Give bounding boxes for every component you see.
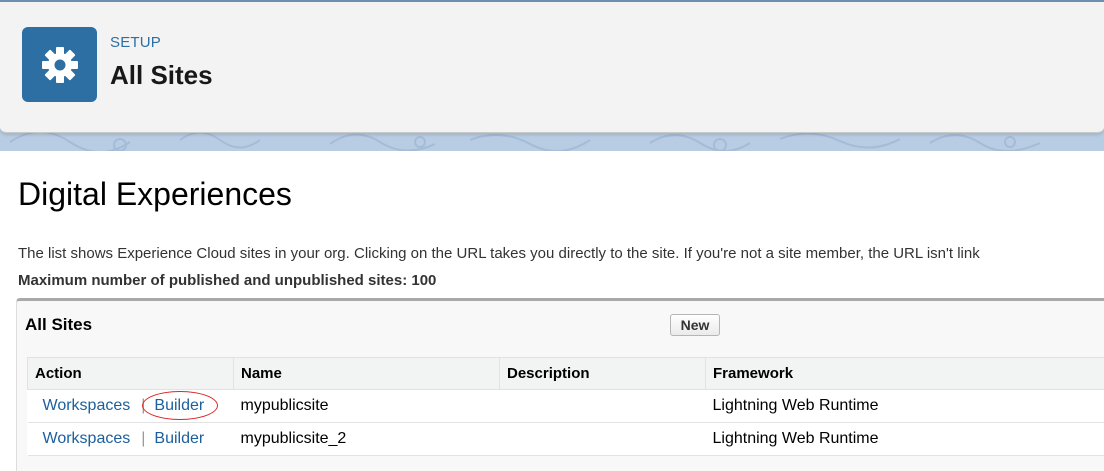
page-title: Digital Experiences <box>18 176 292 213</box>
header-title: All Sites <box>110 60 213 91</box>
page-header: SETUP All Sites <box>0 2 1104 133</box>
column-header-action[interactable]: Action <box>28 358 234 390</box>
column-header-framework[interactable]: Framework <box>706 358 1104 390</box>
table-row: Workspaces | Builder mypublicsite_2 Lightn… <box>28 423 1104 456</box>
sites-table: Action Name Description Framework Worksp… <box>27 357 1104 456</box>
table-header-row: Action Name Description Framework <box>28 358 1104 390</box>
table-row: Workspaces|Builder mypublicsite Lightnin… <box>28 390 1104 423</box>
max-sites-note: Maximum number of published and unpublis… <box>18 272 436 289</box>
site-framework-cell: Lightning Web Runtime <box>706 423 1104 456</box>
builder-link-annotation: Builder <box>154 397 204 415</box>
site-description-cell <box>500 423 706 456</box>
site-description-cell <box>500 390 706 423</box>
action-cell: Workspaces | Builder <box>28 423 234 456</box>
workspaces-link[interactable]: Workspaces <box>43 430 131 447</box>
page-description: The list shows Experience Cloud sites in… <box>18 245 980 262</box>
main-content: Digital Experiences The list shows Exper… <box>0 151 1104 457</box>
builder-link[interactable]: Builder <box>154 397 204 414</box>
site-name-cell: mypublicsite <box>234 390 500 423</box>
action-separator: | <box>141 430 145 447</box>
panel-title: All Sites <box>25 315 92 335</box>
header-eyebrow: SETUP <box>110 34 161 51</box>
builder-link[interactable]: Builder <box>154 430 204 447</box>
action-cell: Workspaces|Builder <box>28 390 234 423</box>
all-sites-panel: All Sites New Action Name Description Fr… <box>16 298 1104 471</box>
gear-icon <box>22 27 97 102</box>
workspaces-link[interactable]: Workspaces <box>43 397 131 414</box>
column-header-name[interactable]: Name <box>234 358 500 390</box>
new-site-button[interactable]: New <box>670 314 720 336</box>
site-framework-cell: Lightning Web Runtime <box>706 390 1104 423</box>
column-header-description[interactable]: Description <box>500 358 706 390</box>
site-name-cell: mypublicsite_2 <box>234 423 500 456</box>
